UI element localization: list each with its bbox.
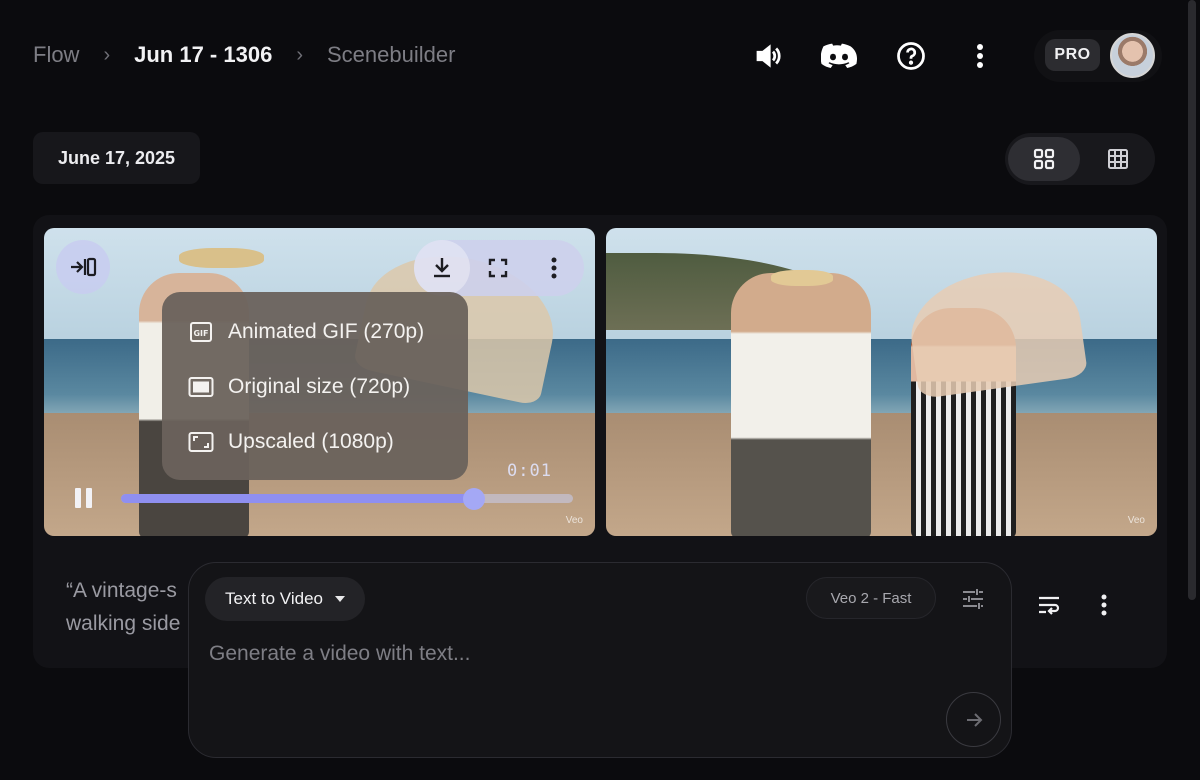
video-timecode: 0:01 [507,461,552,481]
download-original-option[interactable]: Original size (720p) [162,359,468,414]
download-button[interactable] [414,240,470,296]
mode-select[interactable]: Text to Video [205,577,365,621]
prompt-line: walking side [66,612,181,635]
mode-select-label: Text to Video [225,589,323,608]
download-icon [434,258,450,278]
download-gif-label: Animated GIF (270p) [228,319,425,343]
discord-icon[interactable] [819,36,859,76]
scrubber-handle[interactable] [462,488,485,510]
frame-icon [188,374,214,400]
clip-action-bar [414,240,584,296]
collapse-panel-button[interactable] [56,240,110,294]
grid-3x3-icon[interactable] [1082,137,1154,181]
breadcrumb: Flow › Jun 17 - 1306 › Scenebuilder [33,40,455,70]
breadcrumb-project[interactable]: Jun 17 - 1306 [134,42,272,68]
more-vert-icon [1101,594,1107,616]
arrow-right-icon [966,712,982,727]
breadcrumb-root[interactable]: Flow [33,42,79,68]
fullscreen-button[interactable] [470,240,526,296]
download-gif-option[interactable]: GIF Animated GIF (270p) [162,304,468,359]
video-clip-right[interactable]: Veo [606,228,1157,536]
scene-more-button[interactable] [1082,582,1126,628]
clip-more-button[interactable] [526,240,582,296]
grid-2x2-icon[interactable] [1008,137,1080,181]
download-original-label: Original size (720p) [228,374,411,398]
plan-badge: PRO [1045,39,1100,71]
veo-watermark: Veo [1127,515,1145,526]
prompt-input[interactable] [209,638,809,670]
download-menu: GIF Animated GIF (270p) Original size (7… [162,292,468,480]
veo-watermark: Veo [565,515,583,526]
more-vert-icon [551,257,557,279]
model-select[interactable]: Veo 2 - Fast [806,577,936,619]
pause-button[interactable] [70,484,96,512]
wrap-text-icon [1039,596,1060,615]
upscale-icon [188,429,214,455]
download-upscaled-option[interactable]: Upscaled (1080p) [162,414,468,469]
download-upscaled-label: Upscaled (1080p) [228,429,394,453]
fullscreen-icon [488,258,508,278]
video-scrubber[interactable] [121,488,573,510]
video-frame [606,228,1157,536]
volume-icon[interactable] [748,36,788,76]
breadcrumb-page: Scenebuilder [326,42,456,67]
avatar[interactable] [1110,33,1155,78]
caret-down-icon [334,596,345,602]
send-button[interactable] [946,692,1001,747]
settings-button[interactable] [952,580,994,618]
page-scrollbar[interactable] [1188,0,1196,600]
date-chip[interactable]: June 17, 2025 [33,132,200,184]
wrap-text-button[interactable] [1024,582,1074,628]
svg-text:GIF: GIF [193,329,208,338]
chevron-right-icon: › [103,43,111,66]
progress-fill [121,494,474,503]
gif-icon: GIF [188,319,214,345]
more-vert-icon[interactable] [960,36,1000,76]
help-icon[interactable] [891,36,931,76]
tune-icon [963,589,983,609]
pause-icon [74,488,81,508]
collapse-icon [71,257,97,277]
prompt-line: “A vintage-s [66,579,177,602]
prompt-preview: “A vintage-s walking side [66,574,196,640]
chevron-right-icon: › [296,43,303,66]
